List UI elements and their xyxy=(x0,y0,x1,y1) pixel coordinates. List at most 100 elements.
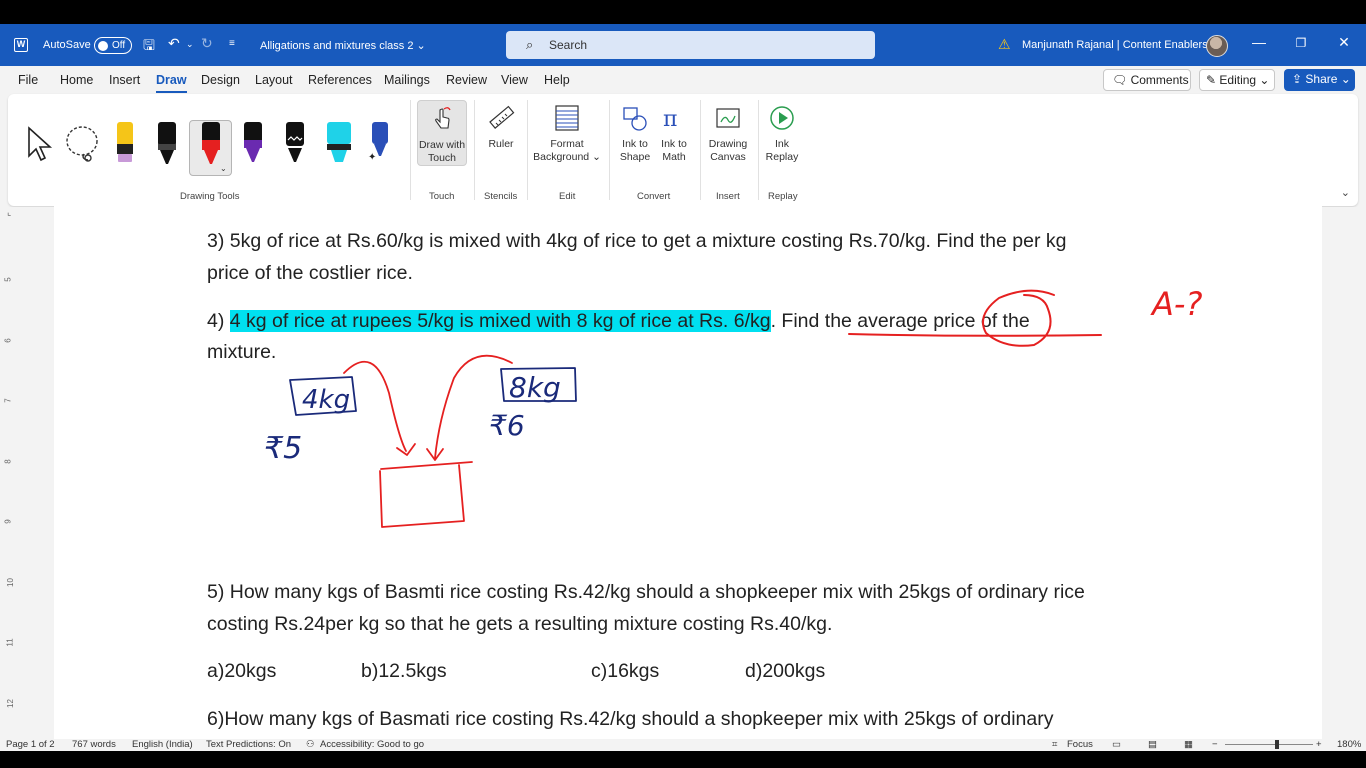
q5-line1[interactable]: 5) How many kgs of Basmti rice costing R… xyxy=(207,576,1085,608)
tab-design[interactable]: Design xyxy=(201,73,240,87)
focus-icon: ⌗ xyxy=(1052,739,1058,750)
comments-button[interactable]: 🗨 Comments xyxy=(1103,69,1191,91)
maximize-icon[interactable]: ❐ xyxy=(1291,36,1311,50)
accessibility-status[interactable]: Accessibility: Good to go xyxy=(320,739,424,750)
undo-icon[interactable]: ↶ xyxy=(168,35,180,52)
ribbon-separator xyxy=(758,100,759,200)
ink-to-shape-button[interactable]: Ink to Shape xyxy=(617,100,653,164)
document-page[interactable]: 3) 5kg of rice at Rs.60/kg is mixed with… xyxy=(54,203,1322,739)
insert-group-label: Insert xyxy=(716,191,740,202)
tab-review[interactable]: Review xyxy=(446,73,487,87)
zoom-out-icon[interactable]: − xyxy=(1212,739,1218,750)
ink-to-math-label-2: Math xyxy=(662,151,686,163)
tab-home[interactable]: Home xyxy=(60,73,93,87)
avatar[interactable] xyxy=(1206,35,1228,57)
drawing-canvas-button[interactable]: Drawing Canvas xyxy=(703,100,753,164)
tab-references[interactable]: References xyxy=(308,73,372,87)
zoom-slider[interactable] xyxy=(1225,744,1313,745)
customize-toolbar-icon[interactable]: ≡ xyxy=(229,38,235,49)
tab-stop-icon[interactable]: ⌞ xyxy=(7,207,11,218)
vertical-ruler[interactable]: 5 6 7 8 9 10 11 12 xyxy=(0,223,18,739)
select-arrow-icon[interactable] xyxy=(24,126,54,162)
word-count[interactable]: 767 words xyxy=(72,739,116,750)
pencil-icon: ✎ xyxy=(1206,73,1220,87)
share-label: Share ⌄ xyxy=(1305,72,1351,86)
pen-blue-sparkle-icon[interactable]: ✦ xyxy=(368,120,392,166)
ink-replay-button[interactable]: Ink Replay xyxy=(762,100,802,164)
highlighter-cyan-icon[interactable] xyxy=(325,120,353,166)
highlighter-yellow-icon[interactable] xyxy=(114,120,136,166)
pen-black-icon[interactable] xyxy=(156,120,178,166)
autosave-label: AutoSave xyxy=(43,39,91,51)
tab-mailings[interactable]: Mailings xyxy=(384,73,430,87)
warning-icon[interactable]: ⚠ xyxy=(998,36,1011,53)
ribbon-separator xyxy=(609,100,610,200)
tab-help[interactable]: Help xyxy=(544,73,570,87)
tab-view[interactable]: View xyxy=(501,73,528,87)
convert-group-label: Convert xyxy=(637,191,671,202)
status-bar: Page 1 of 2 767 words English (India) Te… xyxy=(0,739,1366,751)
ink-circle xyxy=(982,289,1055,347)
ink-to-shape-label-1: Ink to xyxy=(622,138,648,150)
minimize-icon[interactable]: — xyxy=(1249,34,1269,50)
editing-label: Editing ⌄ xyxy=(1219,73,1270,87)
q5-line2[interactable]: costing Rs.24per kg so that he gets a re… xyxy=(207,608,832,640)
document-title[interactable]: Alligations and mixtures class 2 ⌄ xyxy=(260,39,426,52)
comment-icon: 🗨 xyxy=(1112,73,1131,87)
ribbon-separator xyxy=(410,100,411,200)
tab-insert[interactable]: Insert xyxy=(109,73,140,87)
search-placeholder: Search xyxy=(549,38,588,52)
ink-to-shape-icon xyxy=(623,107,647,131)
ink-label-4kg: 4kg xyxy=(302,385,350,415)
search-box[interactable]: ⌕ Search xyxy=(506,31,875,59)
tab-layout[interactable]: Layout xyxy=(255,73,293,87)
pen-galaxy-icon[interactable] xyxy=(284,120,306,166)
save-icon[interactable]: 🖫 xyxy=(143,35,155,59)
ink-annotations[interactable]: 4kg 8kg ₹5 ₹6 A-? xyxy=(54,203,1322,739)
pen-purple-icon[interactable] xyxy=(242,120,264,166)
format-background-icon xyxy=(555,105,579,131)
q5-option-d[interactable]: d)200kgs xyxy=(745,660,825,683)
touch-label-2: Touch xyxy=(427,152,457,164)
tab-file[interactable]: File xyxy=(18,73,38,87)
ink-underline xyxy=(848,333,1102,337)
title-bar: W AutoSave Off 🖫 ↶ ⌄ ↻ ≡ Alligations and… xyxy=(0,24,1366,66)
format-label-1: Format xyxy=(550,138,584,150)
replay-group-label: Replay xyxy=(768,191,798,202)
q5-option-a[interactable]: a)20kgs xyxy=(207,660,276,683)
pen-options-chevron-icon[interactable]: ⌄ xyxy=(220,164,227,173)
tab-draw[interactable]: Draw xyxy=(156,73,187,93)
toggle-knob xyxy=(98,41,108,51)
drawing-canvas-label-1: Drawing xyxy=(708,138,748,150)
ink-replay-label-1: Ink xyxy=(774,138,789,150)
ruler-button[interactable]: Ruler xyxy=(482,100,520,151)
read-mode-icon[interactable]: ▭ xyxy=(1112,739,1121,750)
text-predictions-status[interactable]: Text Predictions: On xyxy=(206,739,291,750)
zoom-level[interactable]: 180% xyxy=(1337,739,1361,750)
ink-to-math-button[interactable]: π Ink to Math xyxy=(656,100,692,164)
lasso-select-icon[interactable] xyxy=(64,124,102,164)
q6-line1[interactable]: 6)How many kgs of Basmati rice costing R… xyxy=(207,703,1053,735)
web-layout-icon[interactable]: ▦ xyxy=(1184,739,1193,750)
accessibility-icon: ⚇ xyxy=(306,739,315,750)
q5-option-b[interactable]: b)12.5kgs xyxy=(361,660,447,683)
editing-mode-button[interactable]: ✎ Editing ⌄ xyxy=(1199,69,1275,91)
svg-text:✦: ✦ xyxy=(368,152,376,163)
autosave-toggle[interactable]: Off xyxy=(94,37,132,54)
zoom-in-icon[interactable]: + xyxy=(1316,739,1322,750)
user-name[interactable]: Manjunath Rajanal | Content Enablers xyxy=(1022,39,1208,51)
undo-dropdown-icon[interactable]: ⌄ xyxy=(186,39,194,50)
print-layout-icon[interactable]: ▤ xyxy=(1148,739,1157,750)
page-count[interactable]: Page 1 of 2 xyxy=(6,739,55,750)
zoom-slider-thumb[interactable] xyxy=(1275,740,1279,749)
draw-with-touch-button[interactable]: Draw with Touch xyxy=(417,100,467,166)
focus-button[interactable]: Focus xyxy=(1067,739,1093,750)
format-background-button[interactable]: Format Background ⌄ xyxy=(532,100,602,164)
q5-option-c[interactable]: c)16kgs xyxy=(591,660,659,683)
collapse-ribbon-icon[interactable]: ⌄ xyxy=(1341,186,1350,199)
pen-red-icon[interactable] xyxy=(199,120,223,170)
share-button[interactable]: ⇪ Share ⌄ xyxy=(1284,69,1355,91)
close-icon[interactable]: ✕ xyxy=(1334,34,1354,51)
redo-icon[interactable]: ↻ xyxy=(201,35,213,52)
language-status[interactable]: English (India) xyxy=(132,739,193,750)
